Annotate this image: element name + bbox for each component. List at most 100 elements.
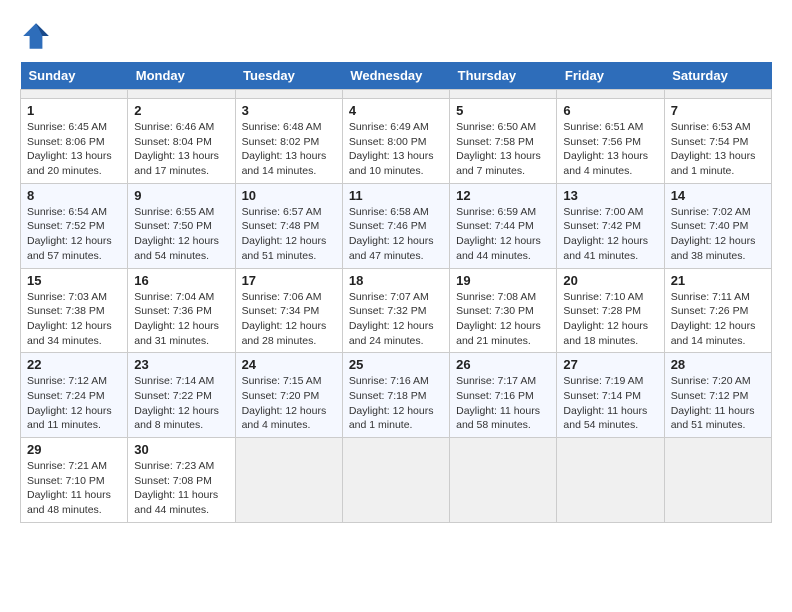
- calendar-cell: 4 Sunrise: 6:49 AMSunset: 8:00 PMDaylight…: [342, 99, 449, 184]
- calendar-cell: 29 Sunrise: 7:21 AMSunset: 7:10 PMDayligh…: [21, 438, 128, 523]
- day-info: Sunrise: 7:08 AMSunset: 7:30 PMDaylight:…: [456, 290, 550, 349]
- day-number: 17: [242, 273, 336, 288]
- day-info: Sunrise: 6:53 AMSunset: 7:54 PMDaylight:…: [671, 120, 765, 179]
- day-info: Sunrise: 6:55 AMSunset: 7:50 PMDaylight:…: [134, 205, 228, 264]
- calendar-cell: 30 Sunrise: 7:23 AMSunset: 7:08 PMDayligh…: [128, 438, 235, 523]
- calendar-cell: 14 Sunrise: 7:02 AMSunset: 7:40 PMDayligh…: [664, 183, 771, 268]
- day-info: Sunrise: 7:11 AMSunset: 7:26 PMDaylight:…: [671, 290, 765, 349]
- day-number: 3: [242, 103, 336, 118]
- calendar-cell: 28 Sunrise: 7:20 AMSunset: 7:12 PMDayligh…: [664, 353, 771, 438]
- calendar-cell: [664, 438, 771, 523]
- calendar-cell: 8 Sunrise: 6:54 AMSunset: 7:52 PMDaylight…: [21, 183, 128, 268]
- day-info: Sunrise: 6:45 AMSunset: 8:06 PMDaylight:…: [27, 120, 121, 179]
- day-info: Sunrise: 6:54 AMSunset: 7:52 PMDaylight:…: [27, 205, 121, 264]
- day-number: 4: [349, 103, 443, 118]
- calendar-cell: [342, 438, 449, 523]
- day-number: 8: [27, 188, 121, 203]
- day-info: Sunrise: 6:49 AMSunset: 8:00 PMDaylight:…: [349, 120, 443, 179]
- day-number: 23: [134, 357, 228, 372]
- day-number: 16: [134, 273, 228, 288]
- day-info: Sunrise: 7:21 AMSunset: 7:10 PMDaylight:…: [27, 459, 121, 518]
- calendar-cell: 12Sunrise: 6:59 AMSunset: 7:44 PMDayligh…: [450, 183, 557, 268]
- logo-icon: [20, 20, 52, 52]
- day-info: Sunrise: 7:10 AMSunset: 7:28 PMDaylight:…: [563, 290, 657, 349]
- calendar-cell: 17 Sunrise: 7:06 AMSunset: 7:34 PMDayligh…: [235, 268, 342, 353]
- day-info: Sunrise: 7:20 AMSunset: 7:12 PMDaylight:…: [671, 374, 765, 433]
- calendar-cell: 21 Sunrise: 7:11 AMSunset: 7:26 PMDayligh…: [664, 268, 771, 353]
- day-number: 30: [134, 442, 228, 457]
- calendar-cell: 11Sunrise: 6:58 AMSunset: 7:46 PMDayligh…: [342, 183, 449, 268]
- day-info: Sunrise: 7:23 AMSunset: 7:08 PMDaylight:…: [134, 459, 228, 518]
- calendar-cell: 20 Sunrise: 7:10 AMSunset: 7:28 PMDayligh…: [557, 268, 664, 353]
- day-info: Sunrise: 7:16 AMSunset: 7:18 PMDaylight:…: [349, 374, 443, 433]
- calendar-cell: [235, 90, 342, 99]
- day-number: 13: [563, 188, 657, 203]
- day-number: 18: [349, 273, 443, 288]
- calendar-cell: 5Sunrise: 6:50 AMSunset: 7:58 PMDaylight…: [450, 99, 557, 184]
- calendar-week: 8 Sunrise: 6:54 AMSunset: 7:52 PMDaylight…: [21, 183, 772, 268]
- calendar-cell: 9Sunrise: 6:55 AMSunset: 7:50 PMDaylight…: [128, 183, 235, 268]
- calendar-cell: 19 Sunrise: 7:08 AMSunset: 7:30 PMDayligh…: [450, 268, 557, 353]
- day-number: 28: [671, 357, 765, 372]
- day-info: Sunrise: 7:02 AMSunset: 7:40 PMDaylight:…: [671, 205, 765, 264]
- day-number: 14: [671, 188, 765, 203]
- col-header-saturday: Saturday: [664, 62, 771, 90]
- calendar-cell: 1 Sunrise: 6:45 AMSunset: 8:06 PMDaylight…: [21, 99, 128, 184]
- calendar-cell: 3 Sunrise: 6:48 AMSunset: 8:02 PMDaylight…: [235, 99, 342, 184]
- day-number: 19: [456, 273, 550, 288]
- day-number: 15: [27, 273, 121, 288]
- day-number: 22: [27, 357, 121, 372]
- day-number: 20: [563, 273, 657, 288]
- day-number: 10: [242, 188, 336, 203]
- day-number: 7: [671, 103, 765, 118]
- day-info: Sunrise: 7:04 AMSunset: 7:36 PMDaylight:…: [134, 290, 228, 349]
- day-info: Sunrise: 7:19 AMSunset: 7:14 PMDaylight:…: [563, 374, 657, 433]
- calendar-cell: 15Sunrise: 7:03 AMSunset: 7:38 PMDayligh…: [21, 268, 128, 353]
- day-info: Sunrise: 7:12 AMSunset: 7:24 PMDaylight:…: [27, 374, 121, 433]
- day-number: 1: [27, 103, 121, 118]
- calendar-cell: 27 Sunrise: 7:19 AMSunset: 7:14 PMDayligh…: [557, 353, 664, 438]
- calendar-week: 15Sunrise: 7:03 AMSunset: 7:38 PMDayligh…: [21, 268, 772, 353]
- day-info: Sunrise: 7:17 AMSunset: 7:16 PMDaylight:…: [456, 374, 550, 433]
- day-info: Sunrise: 7:07 AMSunset: 7:32 PMDaylight:…: [349, 290, 443, 349]
- calendar-cell: [128, 90, 235, 99]
- day-info: Sunrise: 7:00 AMSunset: 7:42 PMDaylight:…: [563, 205, 657, 264]
- calendar-cell: [21, 90, 128, 99]
- day-number: 2: [134, 103, 228, 118]
- calendar-cell: 23Sunrise: 7:14 AMSunset: 7:22 PMDayligh…: [128, 353, 235, 438]
- calendar-cell: [557, 438, 664, 523]
- day-info: Sunrise: 7:06 AMSunset: 7:34 PMDaylight:…: [242, 290, 336, 349]
- calendar-cell: 18 Sunrise: 7:07 AMSunset: 7:32 PMDayligh…: [342, 268, 449, 353]
- day-number: 21: [671, 273, 765, 288]
- calendar-cell: [450, 90, 557, 99]
- col-header-monday: Monday: [128, 62, 235, 90]
- calendar-cell: 24Sunrise: 7:15 AMSunset: 7:20 PMDayligh…: [235, 353, 342, 438]
- calendar-cell: [450, 438, 557, 523]
- col-header-friday: Friday: [557, 62, 664, 90]
- calendar-cell: 22 Sunrise: 7:12 AMSunset: 7:24 PMDayligh…: [21, 353, 128, 438]
- day-number: 6: [563, 103, 657, 118]
- logo: [20, 20, 56, 52]
- day-number: 29: [27, 442, 121, 457]
- page-header: [20, 20, 772, 52]
- day-number: 25: [349, 357, 443, 372]
- day-number: 24: [242, 357, 336, 372]
- calendar-cell: [235, 438, 342, 523]
- calendar-table: SundayMondayTuesdayWednesdayThursdayFrid…: [20, 62, 772, 523]
- calendar-week: 29 Sunrise: 7:21 AMSunset: 7:10 PMDayligh…: [21, 438, 772, 523]
- col-header-thursday: Thursday: [450, 62, 557, 90]
- calendar-week: 1 Sunrise: 6:45 AMSunset: 8:06 PMDaylight…: [21, 99, 772, 184]
- col-header-wednesday: Wednesday: [342, 62, 449, 90]
- day-info: Sunrise: 6:48 AMSunset: 8:02 PMDaylight:…: [242, 120, 336, 179]
- col-header-sunday: Sunday: [21, 62, 128, 90]
- calendar-cell: [342, 90, 449, 99]
- calendar-week: 22 Sunrise: 7:12 AMSunset: 7:24 PMDayligh…: [21, 353, 772, 438]
- day-info: Sunrise: 6:51 AMSunset: 7:56 PMDaylight:…: [563, 120, 657, 179]
- calendar-cell: [557, 90, 664, 99]
- day-info: Sunrise: 6:50 AMSunset: 7:58 PMDaylight:…: [456, 120, 550, 179]
- day-number: 11: [349, 188, 443, 203]
- day-number: 27: [563, 357, 657, 372]
- day-number: 12: [456, 188, 550, 203]
- calendar-cell: 25 Sunrise: 7:16 AMSunset: 7:18 PMDayligh…: [342, 353, 449, 438]
- calendar-cell: 6 Sunrise: 6:51 AMSunset: 7:56 PMDaylight…: [557, 99, 664, 184]
